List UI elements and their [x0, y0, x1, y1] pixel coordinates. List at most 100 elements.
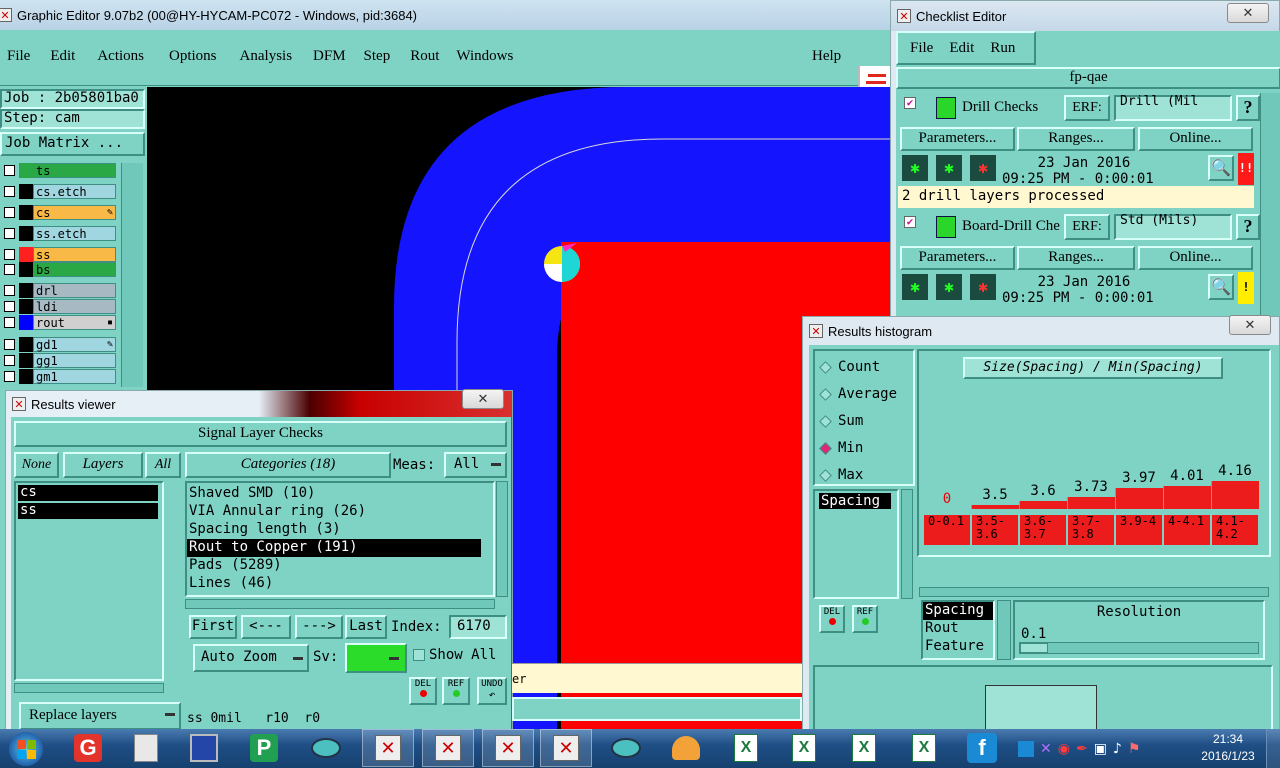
- tray-pen-icon[interactable]: ✒: [1076, 741, 1088, 757]
- meas-dropdown[interactable]: All: [444, 452, 507, 478]
- run-stop-icon[interactable]: ✱: [970, 155, 996, 181]
- editor-title-bar[interactable]: ✕ Graphic Editor 9.07b2 (00@HY-HYCAM-PC0…: [0, 0, 890, 30]
- layer-row-ldi[interactable]: ldi: [0, 299, 116, 314]
- type-list-item[interactable]: Rout: [923, 620, 993, 638]
- layer-row-cs[interactable]: cs ✎: [0, 205, 116, 220]
- layers-button[interactable]: Layers: [63, 452, 143, 478]
- none-button[interactable]: None: [14, 452, 59, 478]
- checklist-menu-edit[interactable]: Edit: [949, 40, 974, 57]
- layer-checkbox[interactable]: [4, 249, 15, 260]
- help-button[interactable]: ?: [1236, 95, 1260, 121]
- categories-hscrollbar[interactable]: [185, 599, 495, 609]
- layer-checkbox[interactable]: [4, 339, 15, 350]
- histogram-bar[interactable]: [1115, 488, 1163, 509]
- spacing-list-item[interactable]: Spacing: [819, 493, 891, 509]
- menu-step[interactable]: Step: [364, 48, 391, 68]
- run-selected-icon[interactable]: ✱: [936, 274, 962, 300]
- category-item[interactable]: Shaved SMD (10): [187, 485, 481, 503]
- bin-range-label[interactable]: 4.1-4.2: [1212, 515, 1258, 545]
- parameters-button[interactable]: Parameters...: [900, 127, 1015, 151]
- category-item[interactable]: Pads (5289): [187, 557, 481, 575]
- histogram-bar[interactable]: [1019, 501, 1067, 509]
- volume-icon[interactable]: ♪: [1113, 741, 1122, 757]
- tray-x-icon[interactable]: ✕: [1040, 741, 1052, 757]
- category-item[interactable]: VIA Annular ring (26): [187, 503, 481, 521]
- tray-app-icon[interactable]: [1018, 741, 1034, 757]
- menu-analysis[interactable]: Analysis: [240, 48, 293, 68]
- bin-range-label[interactable]: 0-0.1: [924, 515, 970, 545]
- bin-range-label[interactable]: 3.6-3.7: [1020, 515, 1066, 545]
- auto-zoom-dropdown[interactable]: Auto Zoom: [193, 644, 309, 672]
- type-list-item[interactable]: Spacing: [923, 602, 993, 620]
- layer-row-ts[interactable]: ts: [0, 163, 116, 178]
- ranges-button[interactable]: Ranges...: [1017, 246, 1135, 270]
- flag-icon[interactable]: ⚑: [1128, 741, 1141, 757]
- taskbar-eye-icon[interactable]: [300, 729, 352, 767]
- all-layers-button[interactable]: All: [145, 452, 181, 478]
- prev-button[interactable]: <---: [241, 615, 291, 639]
- category-item[interactable]: Lines (46): [187, 575, 481, 593]
- histogram-bar[interactable]: [1067, 497, 1115, 509]
- histogram-title-bar[interactable]: ✕ Results histogram: [803, 317, 1279, 345]
- layer-checkbox[interactable]: [4, 228, 15, 239]
- replace-layers-dropdown[interactable]: Replace layers: [19, 702, 181, 730]
- layer-list-item[interactable]: ss: [18, 503, 158, 519]
- type-listbox[interactable]: Spacing Rout Feature: [921, 600, 995, 660]
- mode-radio-sum[interactable]: Sum: [819, 411, 863, 431]
- undo-button[interactable]: UNDO ↶: [477, 677, 507, 705]
- close-icon[interactable]: ✕: [1229, 315, 1271, 335]
- spacing-listbox[interactable]: Spacing: [813, 489, 899, 599]
- layer-list-item[interactable]: cs: [18, 485, 158, 501]
- erf-button[interactable]: ERF:: [1064, 214, 1110, 240]
- menu-options[interactable]: Options: [169, 48, 217, 68]
- close-icon[interactable]: ✕: [1227, 3, 1269, 23]
- layer-row-ss[interactable]: ss: [0, 247, 116, 262]
- zoom-icon[interactable]: 🔍: [1208, 155, 1234, 181]
- bin-range-label[interactable]: 3.7-3.8: [1068, 515, 1114, 545]
- histogram-bar[interactable]: [1163, 486, 1211, 509]
- tray-red-icon[interactable]: ◉: [1058, 741, 1070, 757]
- layer-checkbox[interactable]: [4, 285, 15, 296]
- mode-radio-average[interactable]: Average: [819, 384, 897, 404]
- taskbar-notepad-icon[interactable]: [120, 729, 172, 767]
- layer-checkbox[interactable]: [4, 165, 15, 176]
- check-list-scrollbar[interactable]: [1260, 93, 1280, 323]
- erf-value[interactable]: Drill (Mil: [1114, 95, 1232, 121]
- layer-row-drl[interactable]: drl: [0, 283, 116, 298]
- resolution-slider[interactable]: [1019, 642, 1259, 654]
- taskbar-window-icon-4[interactable]: ✕: [540, 729, 592, 767]
- zoom-icon[interactable]: 🔍: [1208, 274, 1234, 300]
- menu-rout[interactable]: Rout: [410, 48, 439, 68]
- menu-actions[interactable]: Actions: [97, 48, 144, 68]
- spacing-vscrollbar[interactable]: [901, 489, 913, 599]
- taskbar-excel-icon-3[interactable]: X: [838, 729, 890, 767]
- start-button[interactable]: [4, 730, 48, 768]
- type-list-item[interactable]: Feature: [923, 638, 993, 656]
- layer-checkbox[interactable]: [4, 301, 15, 312]
- first-button[interactable]: First: [189, 615, 237, 639]
- run-icon[interactable]: ✱: [902, 274, 928, 300]
- online-button[interactable]: Online...: [1138, 127, 1253, 151]
- bin-range-label[interactable]: 3.5-3.6: [972, 515, 1018, 545]
- help-button[interactable]: ?: [1236, 214, 1260, 240]
- layer-checkbox[interactable]: [4, 371, 15, 382]
- next-button[interactable]: --->: [295, 615, 343, 639]
- taskbar-app-icon-f[interactable]: f: [956, 729, 1008, 767]
- taskbar-app-icon-1[interactable]: G: [62, 729, 114, 767]
- checklist-menu-file[interactable]: File: [910, 40, 933, 57]
- bin-range-label[interactable]: 4-4.1: [1164, 515, 1210, 545]
- menu-dfm[interactable]: DFM: [313, 48, 346, 68]
- show-desktop-button[interactable]: [1266, 729, 1280, 768]
- menu-edit[interactable]: Edit: [50, 48, 75, 68]
- menu-help[interactable]: Help: [812, 48, 841, 65]
- results-viewer-title-bar[interactable]: ✕ Results viewer: [6, 391, 512, 417]
- hist-ref-button[interactable]: REF: [852, 605, 878, 633]
- taskbar-window-icon-2[interactable]: ✕: [422, 729, 474, 767]
- layer-checkbox[interactable]: [4, 355, 15, 366]
- layers-listbox[interactable]: cs ss: [14, 481, 164, 681]
- erf-value[interactable]: Std (Mils): [1114, 214, 1232, 240]
- layer-checkbox[interactable]: [4, 207, 15, 218]
- check-name[interactable]: Drill Checks: [962, 99, 1072, 116]
- network-icon[interactable]: ▣: [1094, 741, 1107, 757]
- erf-button[interactable]: ERF:: [1064, 95, 1110, 121]
